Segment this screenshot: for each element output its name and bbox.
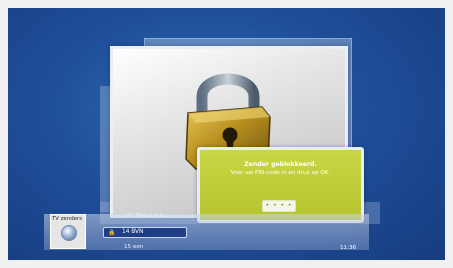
tv-channels-icon: [61, 225, 77, 241]
lock-icon: 🔒: [108, 229, 116, 236]
channel-blocked-dialog: Zender geblokkeerd. Voer uw PIN-code in …: [197, 147, 364, 223]
tv-screen: Zender geblokkeerd. Voer uw PIN-code in …: [8, 8, 445, 260]
pin-input[interactable]: • • • •: [262, 200, 296, 212]
channel-item-selected[interactable]: 🔒 14 BVN: [103, 227, 187, 238]
channel-bar: [44, 214, 369, 250]
channel-item-next[interactable]: 15 een: [124, 244, 143, 250]
channel-list-label: TV zenders: [52, 216, 83, 222]
clock: 11:36: [340, 245, 357, 251]
channel-item-previous[interactable]: 13 "Film 1.3 2...: [124, 213, 168, 219]
dialog-message: Voer uw PIN-code in en druk op OK.: [230, 170, 331, 176]
channel-list-badge: TV zenders: [50, 214, 86, 249]
channel-item-label: 14 BVN: [122, 229, 144, 235]
dialog-title: Zender geblokkeerd.: [244, 161, 317, 168]
